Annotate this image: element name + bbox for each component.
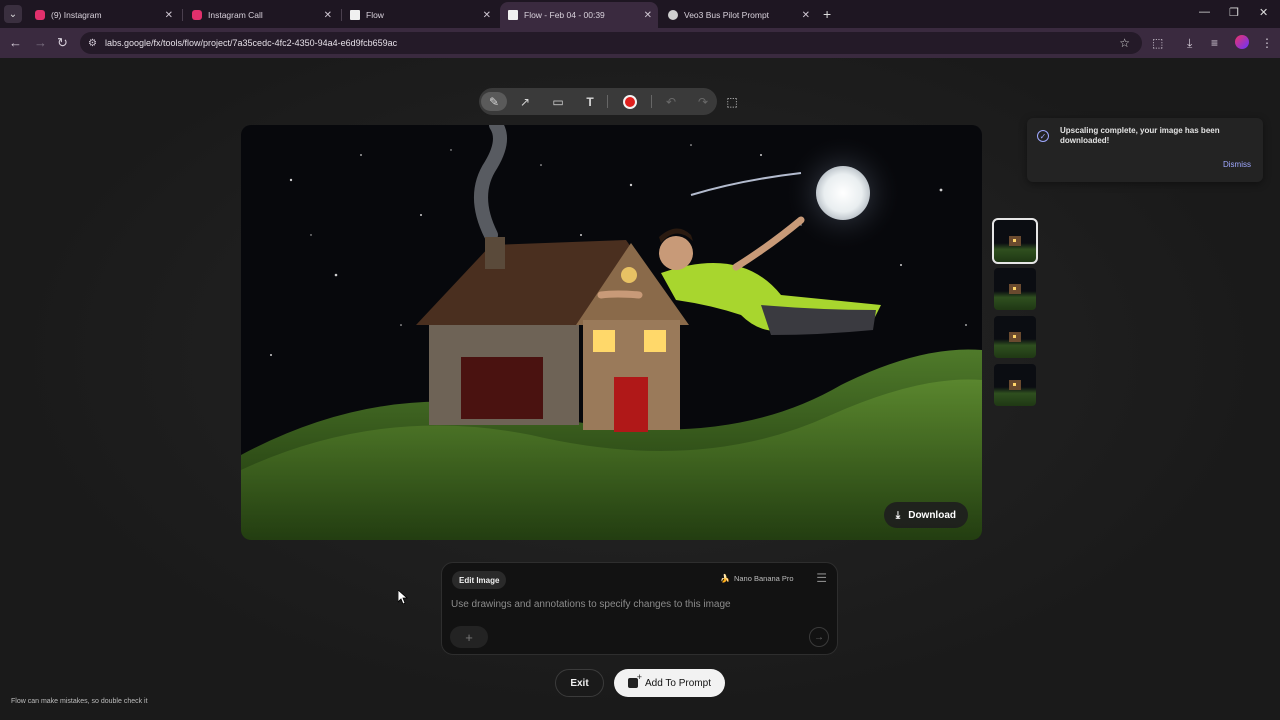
instagram-icon [35,10,45,20]
tab-strip: ⌄ (9) Instagram ✕ Instagram Call ✕ Flow … [0,0,1280,28]
undo-icon[interactable]: ↶ [658,92,684,111]
generated-image[interactable]: ⤓ Download [241,125,982,540]
openai-icon [668,10,678,20]
tab-instagram[interactable]: (9) Instagram ✕ [27,4,179,26]
redo-icon[interactable]: ↷ [690,92,716,111]
tab-instagram-call[interactable]: Instagram Call ✕ [184,4,338,26]
close-tab-icon[interactable]: ✕ [802,10,810,21]
media-icon[interactable]: ≡ [1211,36,1218,50]
tab-title: Flow [366,10,384,20]
add-image-icon [628,672,642,688]
check-circle-icon: ✓ [1037,130,1049,142]
tab-title: Veo3 Bus Pilot Prompt [684,10,770,20]
close-window-icon[interactable]: ✕ [1259,6,1268,19]
banana-icon: 🍌 [720,574,730,583]
browser-toolbar: ← → ↻ ⚙ labs.google/fx/tools/flow/projec… [0,28,1280,58]
file-icon [350,10,360,20]
text-tool-icon[interactable]: T [577,92,603,111]
download-label: Download [908,509,956,521]
close-tab-icon[interactable]: ✕ [644,10,652,21]
add-to-prompt-button[interactable]: Add To Prompt [614,669,725,697]
edit-prompt-input[interactable] [451,599,811,610]
tab-title: (9) Instagram [51,10,102,20]
settings-sliders-icon[interactable]: ☰ [816,571,827,585]
site-info-icon[interactable]: ⚙ [88,38,97,49]
instagram-icon [192,10,202,20]
url-text: labs.google/fx/tools/flow/project/7a35ce… [104,38,398,48]
send-arrow-icon[interactable]: → [809,627,829,647]
file-icon [508,10,518,20]
edit-prompt-box: Edit Image 🍌 Nano Banana Pro ☰ + → [441,562,838,655]
profile-avatar[interactable] [1235,35,1249,49]
drawing-toolbar: ✎ ↗ ▭ T ↶ ↷ ⬚ [479,88,748,115]
disclaimer-text: Flow can make mistakes, so double check … [11,698,148,705]
close-tab-icon[interactable]: ✕ [483,10,491,21]
image-scene [241,125,982,540]
forward-icon[interactable]: → [34,35,47,50]
thumbnail[interactable] [994,364,1036,406]
restore-icon[interactable]: ❐ [1229,6,1239,19]
address-bar[interactable]: ⚙ labs.google/fx/tools/flow/project/7a35… [80,32,1142,54]
extensions-icon[interactable]: ⬚ [1152,36,1163,50]
minimize-icon[interactable]: — [1199,6,1210,18]
add-attachment-button[interactable]: + [450,626,488,648]
tab-title: Flow - Feb 04 - 00:39 [524,10,605,20]
select-tool-icon[interactable]: ⬚ [719,92,745,111]
model-selector[interactable]: 🍌 Nano Banana Pro [720,574,794,583]
rectangle-tool-icon[interactable]: ▭ [545,92,571,111]
exit-button[interactable]: Exit [555,669,604,697]
tab-veo3-prompt[interactable]: Veo3 Bus Pilot Prompt ✕ [660,4,816,26]
close-tab-icon[interactable]: ✕ [165,10,173,21]
dismiss-button[interactable]: Dismiss [1223,160,1251,169]
edit-image-chip[interactable]: Edit Image [452,571,507,589]
mouse-cursor-icon [398,590,408,604]
thumbnail[interactable] [992,218,1038,264]
download-icon: ⤓ [895,509,901,521]
tab-title: Instagram Call [208,10,263,20]
new-tab-icon[interactable]: + [823,6,831,22]
thumbnail[interactable] [994,268,1036,310]
downloads-icon[interactable]: ⤓ [1187,36,1192,51]
draw-tool-icon[interactable]: ✎ [481,92,507,111]
arrow-tool-icon[interactable]: ↗ [512,92,538,111]
close-tab-icon[interactable]: ✕ [324,10,332,21]
menu-icon[interactable]: ⋮ [1261,36,1273,50]
tab-search-button[interactable]: ⌄ [4,5,22,23]
back-icon[interactable]: ← [9,35,22,50]
upscale-toast: ✓ Upscaling complete, your image has bee… [1027,118,1263,182]
reload-icon[interactable]: ↻ [57,35,68,51]
flow-editor-page: ✎ ↗ ▭ T ↶ ↷ ⬚ ⤓ Download ✓ Upscaling com… [0,58,1280,720]
tab-flow-active[interactable]: Flow - Feb 04 - 00:39 ✕ [500,2,658,28]
thumbnail-strip [992,218,1038,412]
add-to-prompt-label: Add To Prompt [645,677,711,689]
download-button[interactable]: ⤓ Download [883,502,968,528]
color-picker[interactable] [617,92,643,111]
bookmark-star-icon[interactable]: ☆ [1119,36,1130,50]
model-label: Nano Banana Pro [733,574,794,583]
tab-flow[interactable]: Flow ✕ [342,4,497,26]
thumbnail[interactable] [994,316,1036,358]
toast-message: Upscaling complete, your image has been … [1060,126,1220,145]
